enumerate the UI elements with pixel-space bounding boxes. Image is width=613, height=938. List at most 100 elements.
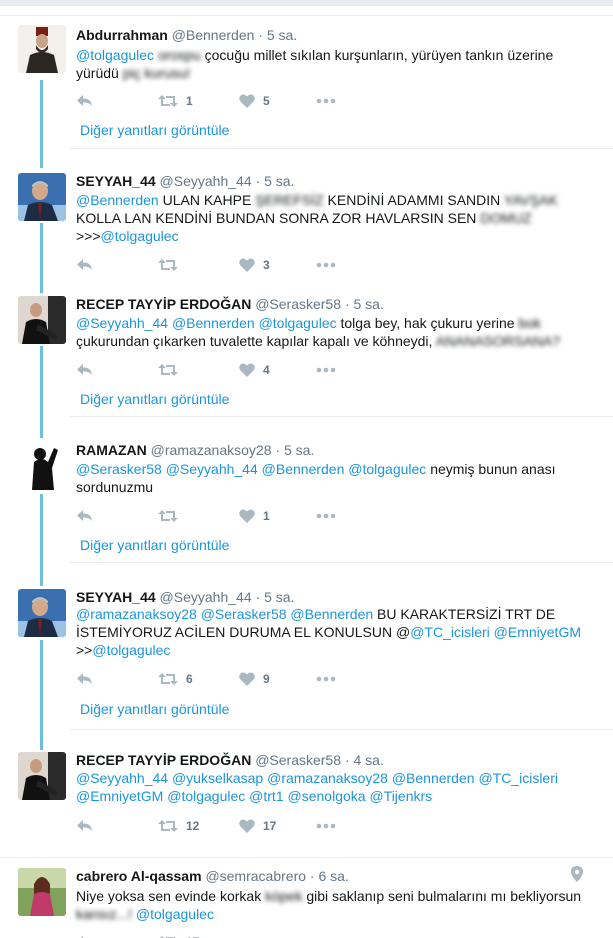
author-name[interactable]: RAMAZAN	[76, 442, 147, 458]
more-button[interactable]	[316, 257, 336, 273]
mention-link[interactable]: @Serasker58	[201, 606, 287, 622]
tweet[interactable]: SEYYAH_44 @Seyyahh_44 · 5 sa. @ramazanak…	[0, 589, 613, 729]
avatar[interactable]	[18, 589, 66, 637]
tweet[interactable]: SEYYAH_44 @Seyyahh_44 · 5 sa. @Bennerden…	[0, 173, 613, 283]
timestamp[interactable]: 5 sa.	[264, 173, 294, 189]
mention-link[interactable]: @TC_icisleri	[410, 624, 490, 640]
reply-button[interactable]	[76, 362, 94, 378]
mention-link[interactable]: @tolgagulec	[167, 788, 245, 804]
timestamp[interactable]: 4 sa.	[353, 752, 383, 768]
separator-dot: ·	[255, 173, 261, 189]
author-name[interactable]: cabrero Al-qassam	[76, 868, 202, 884]
retweet-button[interactable]	[158, 508, 186, 524]
show-more-replies-link[interactable]: Diğer yanıtları görüntüle	[80, 537, 229, 553]
show-more-replies-link[interactable]: Diğer yanıtları görüntüle	[80, 391, 229, 407]
reply-button[interactable]	[76, 508, 94, 524]
mention-link[interactable]: @yukselkasap	[172, 770, 263, 786]
timestamp[interactable]: 5 sa.	[267, 27, 297, 43]
mention-link[interactable]: @Seyyahh_44	[76, 315, 168, 331]
mention-link[interactable]: @ramazanaksoy28	[267, 770, 388, 786]
like-button[interactable]: 3	[239, 257, 270, 273]
mention-link[interactable]: @Seyyahh_44	[76, 770, 168, 786]
mention-link[interactable]: @Seyyahh_44	[166, 461, 258, 477]
author-handle[interactable]: @Seyyahh_44	[160, 173, 252, 189]
tweet[interactable]: RECEP TAYYİP ERDOĞAN @Serasker58 · 4 sa.…	[0, 752, 613, 842]
author-name[interactable]: RECEP TAYYİP ERDOĞAN	[76, 752, 251, 768]
retweet-count: 12	[186, 819, 200, 833]
timestamp[interactable]: 5 sa.	[264, 589, 294, 605]
like-button[interactable]: 17	[239, 818, 276, 834]
more-button[interactable]	[316, 362, 336, 378]
tweet-text: @tolgagulec orospu çocuğu millet sıkılan…	[76, 46, 596, 82]
avatar[interactable]	[18, 296, 66, 344]
author-handle[interactable]: @ramazanaksoy28	[151, 442, 272, 458]
retweet-button[interactable]: 17	[158, 934, 199, 938]
avatar[interactable]	[18, 173, 66, 221]
author-name[interactable]: SEYYAH_44	[76, 589, 156, 605]
reply-button[interactable]	[76, 93, 94, 109]
timestamp[interactable]: 5 sa.	[284, 442, 314, 458]
mention-link[interactable]: @Bennerden	[172, 315, 255, 331]
mention-link[interactable]: @tolgagulec	[259, 315, 337, 331]
avatar[interactable]	[18, 868, 66, 916]
like-button[interactable]: 4	[239, 362, 270, 378]
tweet[interactable]: Abdurrahman @Bennerden · 5 sa. @tolgagul…	[0, 25, 613, 155]
retweet-button[interactable]: 1	[158, 93, 193, 109]
author-handle[interactable]: @Serasker58	[255, 296, 341, 312]
author-handle[interactable]: @Bennerden	[172, 27, 255, 43]
mention-link[interactable]: @EmniyetGM	[76, 788, 163, 804]
reply-button[interactable]	[76, 671, 94, 687]
more-button[interactable]	[316, 508, 336, 524]
mention-link[interactable]: @Bennerden	[76, 192, 159, 208]
avatar[interactable]	[18, 752, 66, 800]
mention-link[interactable]: @trt1	[249, 788, 283, 804]
author-name[interactable]: SEYYAH_44	[76, 173, 156, 189]
retweet-button[interactable]: 12	[158, 818, 199, 834]
mention-link[interactable]: @Bennerden	[392, 770, 475, 786]
timestamp[interactable]: 5 sa.	[353, 296, 383, 312]
timestamp[interactable]: 6 sa.	[318, 868, 348, 884]
mention-link[interactable]: @Bennerden	[262, 461, 345, 477]
mention-link[interactable]: @Bennerden	[290, 606, 373, 622]
text-segment: Niye yoksa sen evinde korkak	[76, 888, 266, 904]
tweet[interactable]: RECEP TAYYİP ERDOĞAN @Serasker58 · 5 sa.…	[0, 296, 613, 416]
mention-link[interactable]: @tolgagulec	[76, 47, 154, 63]
mention-link[interactable]: @TC_icisleri	[478, 770, 558, 786]
mention-link[interactable]: @Serasker58	[76, 461, 162, 477]
mention-link[interactable]: @EmniyetGM	[494, 624, 581, 640]
retweet-button[interactable]	[158, 362, 186, 378]
mention-link[interactable]: @tolgagulec	[348, 461, 426, 477]
mention-link[interactable]: @ramazanaksoy28	[76, 606, 197, 622]
mention-link[interactable]: @senolgoka	[288, 788, 366, 804]
more-button[interactable]	[316, 93, 336, 109]
like-button[interactable]: 1	[239, 508, 270, 524]
show-more-replies-link[interactable]: Diğer yanıtları görüntüle	[80, 122, 229, 138]
mention-link[interactable]: @tolgagulec	[101, 228, 179, 244]
author-name[interactable]: Abdurrahman	[76, 27, 168, 43]
author-handle[interactable]: @Serasker58	[255, 752, 341, 768]
retweet-button[interactable]: 6	[158, 671, 193, 687]
reply-button[interactable]	[76, 257, 94, 273]
avatar[interactable]	[18, 25, 66, 73]
tweet[interactable]: RAMAZAN @ramazanaksoy28 · 5 sa. @Seraske…	[0, 442, 613, 562]
like-button[interactable]: 9	[239, 671, 270, 687]
reply-button[interactable]	[76, 934, 94, 938]
like-button[interactable]: 5	[239, 93, 270, 109]
text-segment: >>	[76, 642, 93, 658]
reply-button[interactable]	[76, 818, 94, 834]
heart-icon	[239, 363, 255, 377]
author-handle[interactable]: @semracabrero	[205, 868, 306, 884]
mention-link[interactable]: @Tijenkrs	[369, 788, 432, 804]
show-more-replies-link[interactable]: Diğer yanıtları görüntüle	[80, 701, 229, 717]
more-button[interactable]	[316, 818, 336, 834]
tweet[interactable]: cabrero Al-qassam @semracabrero · 6 sa. …	[0, 866, 613, 938]
separator-dot: ·	[309, 868, 315, 884]
author-handle[interactable]: @Seyyahh_44	[160, 589, 252, 605]
mention-link[interactable]: @tolgagulec	[92, 642, 170, 658]
author-name[interactable]: RECEP TAYYİP ERDOĞAN	[76, 296, 251, 312]
retweet-button[interactable]	[158, 257, 186, 273]
reply-icon	[77, 95, 92, 106]
avatar[interactable]	[18, 442, 66, 490]
more-button[interactable]	[316, 671, 336, 687]
mention-link[interactable]: @tolgagulec	[136, 906, 214, 922]
